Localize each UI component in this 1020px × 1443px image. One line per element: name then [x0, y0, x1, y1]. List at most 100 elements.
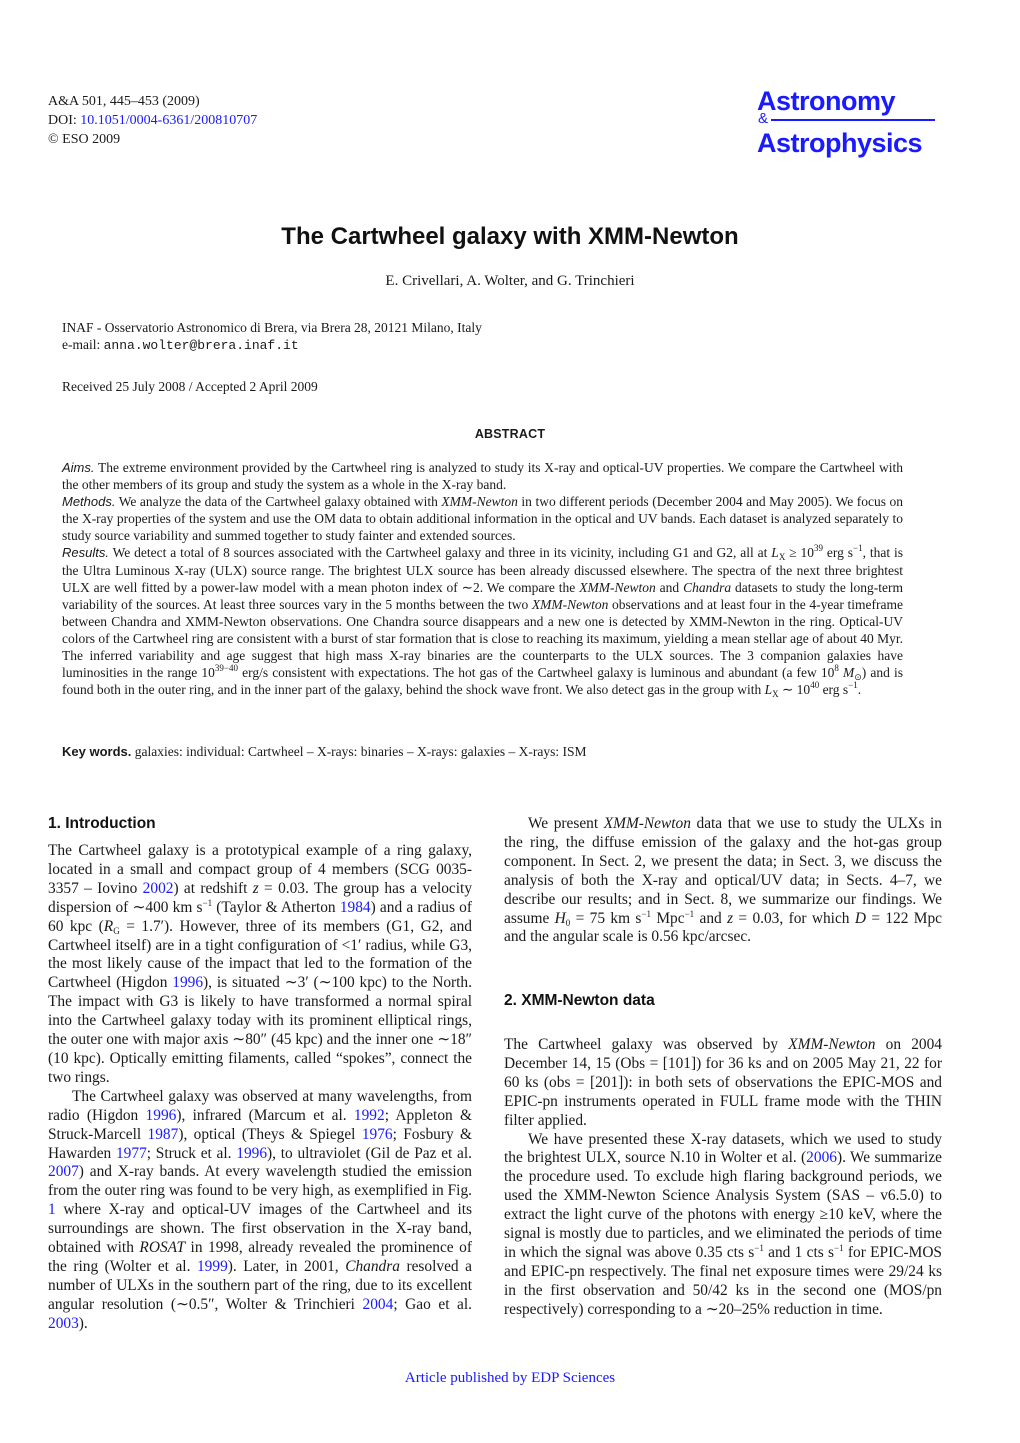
superscript: −1 [684, 908, 695, 919]
text: = 0.03, for which [733, 909, 855, 927]
h0-symbol: H [554, 909, 566, 927]
publisher-footer: Article published by EDP Sciences [0, 1370, 1020, 1387]
intro-paragraph-2: The Cartwheel galaxy was observed at man… [48, 1088, 472, 1334]
figure-link[interactable]: 1 [48, 1201, 56, 1218]
affiliation-block: INAF - Osservatorio Astronomico di Brera… [62, 319, 482, 354]
text: ), optical (Theys & Spiegel [178, 1125, 362, 1143]
email-line: e-mail: anna.wolter@brera.inaf.it [62, 336, 482, 354]
text: = 75 km s [570, 909, 642, 927]
results-text-j: ∼ 10 [778, 682, 811, 698]
italic-text: XMM-Newton [788, 1036, 876, 1053]
citation-link[interactable]: 1996 [146, 1107, 177, 1124]
publisher-link[interactable]: Article published by EDP Sciences [405, 1370, 615, 1386]
results-italic-1: XMM-Newton [579, 579, 656, 595]
d-symbol: D [854, 909, 866, 927]
results-sup-k: −1 [848, 680, 858, 691]
journal-citation-block: A&A 501, 445–453 (2009) DOI: 10.1051/000… [48, 92, 257, 149]
citation-link[interactable]: 2007 [48, 1163, 79, 1180]
email-label: e-mail: [62, 337, 104, 352]
citation-link[interactable]: 1996 [236, 1145, 267, 1162]
citation-link[interactable]: 1987 [148, 1126, 179, 1143]
results-text-b: ≥ 10 [785, 545, 814, 561]
logo-astronomy: Astronomy [757, 86, 896, 116]
keywords-label: Key words. [62, 744, 132, 759]
text: (Taylor & Atherton [212, 898, 340, 916]
introduction-column-continued: We present XMM-Newton data that we use t… [504, 815, 942, 947]
doi-link[interactable]: 10.1051/0004-6361/200810707 [80, 113, 257, 128]
results-sup-b: 39 [814, 543, 823, 554]
msun-symbol: M [838, 665, 855, 681]
lx-symbol: L [771, 545, 779, 561]
abstract-heading: ABSTRACT [474, 427, 546, 441]
citation-link[interactable]: 1984 [340, 899, 371, 916]
paper-title: The Cartwheel galaxy with XMM-Newton [281, 223, 739, 250]
doi-line: DOI: 10.1051/0004-6361/200810707 [48, 111, 257, 130]
introduction-column: The Cartwheel galaxy is a prototypical e… [48, 842, 472, 1334]
results-italic-3: XMM-Newton [531, 596, 609, 612]
keywords-text: galaxies: individual: Cartwheel – X-rays… [134, 744, 587, 759]
citation-link[interactable]: 1996 [172, 974, 203, 991]
section-heading-xmm-data: 2. XMM-Newton data [504, 992, 655, 1009]
text: ) and X-ray bands. At every wavelength s… [48, 1163, 472, 1200]
results-text-c: erg s [823, 545, 854, 561]
text: and [694, 909, 728, 927]
text: ). [78, 1314, 88, 1332]
results-text-h: erg/s consistent with expectations. The … [237, 665, 835, 681]
text: ; Gao et al. [393, 1295, 472, 1313]
section-heading-introduction: 1. Introduction [48, 815, 156, 832]
results-text: We detect a total of 8 sources associate… [112, 545, 772, 561]
methods-label: Methods. [62, 494, 116, 510]
citation-link[interactable]: 2006 [806, 1149, 837, 1166]
aims-label: Aims. [62, 460, 95, 475]
citation-link[interactable]: 1992 [354, 1107, 385, 1124]
results-sup-j: 40 [810, 680, 820, 691]
text: Mpc [651, 909, 685, 927]
abstract-results: Results. We detect a total of 8 sources … [62, 543, 903, 699]
intro-paragraph-3: We present XMM-Newton data that we use t… [504, 815, 942, 947]
methods-italic: XMM-Newton [441, 494, 518, 510]
abstract-body: Aims. The extreme environment provided b… [62, 459, 903, 699]
citation-link[interactable]: 2002 [143, 880, 174, 897]
text: ) at redshift [173, 879, 253, 897]
results-text-e: and [655, 579, 684, 595]
citation-link[interactable]: 1977 [116, 1145, 147, 1162]
superscript: −1 [834, 1242, 844, 1253]
text: We present [528, 815, 604, 832]
text: ; Struck et al. [146, 1144, 237, 1162]
affiliation: INAF - Osservatorio Astronomico di Brera… [62, 320, 482, 335]
logo-rule [771, 119, 935, 121]
citation-link[interactable]: 1976 [362, 1126, 393, 1143]
results-italic-2: Chandra [683, 579, 732, 595]
italic-text: Chandra [345, 1257, 400, 1275]
xmm-data-column: The Cartwheel galaxy was observed by XMM… [504, 1036, 942, 1320]
results-end: . [857, 682, 862, 698]
italic-text: ROSAT [139, 1239, 186, 1257]
logo-ampersand-row: & [757, 110, 947, 128]
xmm-paragraph-1: The Cartwheel galaxy was observed by XMM… [504, 1036, 942, 1131]
text: and 1 cts s [763, 1243, 835, 1261]
journal-logo: Astronomy & Astrophysics [757, 86, 947, 158]
doi-label: DOI: [48, 113, 81, 128]
italic-text: XMM-Newton [603, 815, 691, 832]
citation-link[interactable]: 2004 [363, 1296, 394, 1313]
superscript: −1 [641, 908, 651, 919]
rg-symbol: R [103, 917, 114, 935]
citation-link[interactable]: 1999 [197, 1258, 228, 1275]
logo-astrophysics: Astrophysics [757, 128, 923, 158]
results-sup-g: 39−40 [214, 663, 238, 674]
text: ), to ultraviolet (Gil de Paz et al. [267, 1144, 472, 1162]
abstract-methods: Methods. We analyze the data of the Cart… [62, 493, 903, 544]
results-sup-c: −1 [853, 543, 863, 554]
intro-paragraph-1: The Cartwheel galaxy is a prototypical e… [48, 842, 472, 1088]
citation-link[interactable]: 2003 [48, 1315, 79, 1332]
superscript: −1 [754, 1242, 764, 1253]
text: The Cartwheel galaxy was observed by [504, 1036, 789, 1053]
text: ). Later, in 2001, [227, 1257, 346, 1275]
email-address[interactable]: anna.wolter@brera.inaf.it [104, 338, 299, 353]
lx-symbol-2: L [764, 682, 773, 698]
methods-text: We analyze the data of the Cartwheel gal… [118, 494, 442, 510]
text: ), infrared (Marcum et al. [176, 1106, 354, 1124]
received-dates: Received 25 July 2008 / Accepted 2 April… [62, 379, 318, 394]
abstract-aims: Aims. The extreme environment provided b… [62, 459, 903, 493]
xmm-paragraph-2: We have presented these X-ray datasets, … [504, 1131, 942, 1320]
